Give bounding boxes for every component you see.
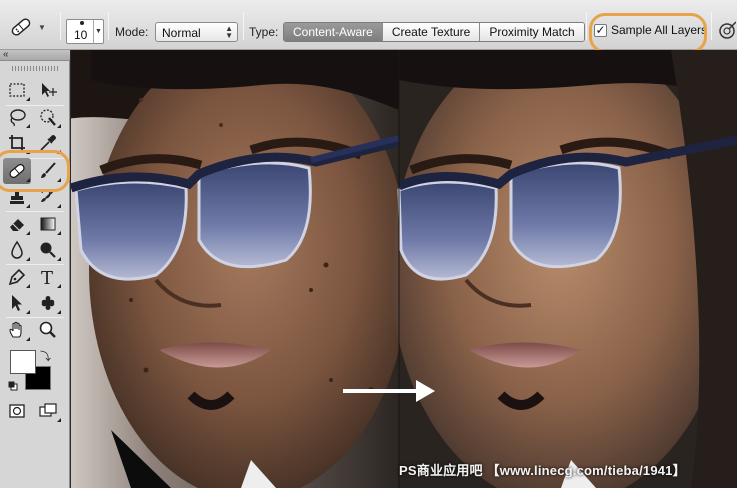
mode-value: Normal: [162, 26, 201, 40]
pen-tool[interactable]: [3, 264, 31, 290]
gradient-tool[interactable]: [34, 211, 62, 237]
clone-stamp-tool[interactable]: [3, 184, 31, 210]
options-bar: ▼ 10 ▼ Mode: Normal ▲ ▼ Type: Content-Awa…: [0, 0, 737, 50]
eraser-tool[interactable]: [3, 211, 31, 237]
tool-preset-picker[interactable]: ▼: [8, 14, 54, 40]
history-brush-icon: [41, 189, 55, 202]
mode-select[interactable]: Normal ▲ ▼: [155, 22, 238, 42]
divider: [586, 12, 587, 40]
screen-mode-button[interactable]: [34, 398, 62, 424]
watermark-text: PS商业应用吧 【www.linecg.com/tieba/1941】: [399, 463, 686, 478]
hand-tool[interactable]: [3, 317, 31, 343]
pen-icon: [8, 268, 26, 286]
spot-healing-brush-icon: [9, 164, 25, 178]
brush-icon: [41, 162, 56, 178]
lasso-icon: [10, 109, 26, 127]
divider: [108, 12, 109, 40]
blur-icon: [11, 240, 23, 259]
sample-all-layers-checkbox[interactable]: ✓: [594, 23, 607, 37]
type-segmented-control: Content-Aware Create Texture Proximity M…: [283, 22, 585, 42]
type-icon: T: [41, 268, 53, 287]
type-content-aware-button[interactable]: Content-Aware: [284, 23, 383, 41]
blur-tool[interactable]: [3, 237, 31, 263]
sample-all-layers-option[interactable]: ✓ Sample All Layers: [594, 23, 707, 37]
foreground-color-swatch[interactable]: [10, 350, 36, 374]
lasso-tool[interactable]: [3, 104, 31, 130]
color-swatches: ⤵: [8, 348, 58, 394]
divider: [60, 12, 61, 40]
custom-shape-tool[interactable]: [34, 290, 62, 316]
type-create-texture-button[interactable]: Create Texture: [382, 23, 481, 41]
default-colors-icon[interactable]: [8, 381, 18, 391]
crop-icon: [9, 135, 25, 151]
zoom-tool[interactable]: [34, 317, 62, 343]
tablet-pressure-icon[interactable]: [718, 20, 736, 42]
chevron-down-icon[interactable]: ▼: [93, 20, 103, 43]
move-tool[interactable]: [34, 77, 62, 103]
quick-selection-tool[interactable]: [34, 104, 62, 130]
rectangular-marquee-icon: [9, 83, 25, 97]
spot-healing-brush-tool[interactable]: [3, 158, 31, 184]
quick-selection-icon: [40, 109, 56, 126]
divider: [243, 12, 244, 40]
document-canvas[interactable]: PS商业应用吧 【www.linecg.com/tieba/1941】: [71, 50, 737, 488]
after-image: [391, 50, 737, 488]
move-icon: [42, 83, 57, 97]
stepper-arrows-icon: ▲ ▼: [225, 24, 233, 40]
mode-label: Mode:: [115, 25, 149, 39]
crop-tool[interactable]: [3, 130, 31, 156]
brush-tool[interactable]: [34, 158, 62, 184]
zoom-icon: [39, 321, 56, 338]
history-brush-tool[interactable]: [34, 184, 62, 210]
eyedropper-tool[interactable]: [34, 130, 62, 156]
brush-size-value: 10: [74, 28, 88, 42]
path-selection-tool[interactable]: [3, 290, 31, 316]
panel-grip[interactable]: [12, 66, 58, 71]
type-label: Type:: [249, 25, 279, 39]
swap-colors-icon[interactable]: ⤵: [40, 348, 51, 364]
brush-size-picker[interactable]: 10 ▼: [66, 19, 104, 44]
gradient-icon: [40, 217, 56, 231]
path-selection-icon: [12, 295, 22, 311]
tools-panel-header: «: [0, 49, 70, 61]
before-image: [71, 50, 409, 488]
dodge-icon: [40, 242, 56, 258]
custom-shape-icon: [41, 296, 55, 310]
eyedropper-icon: [40, 135, 56, 151]
quick-mask-icon: [9, 404, 25, 418]
dodge-tool[interactable]: [34, 237, 62, 263]
divider: [711, 12, 712, 40]
tools-panel: « T ⤵: [0, 49, 70, 488]
spot-healing-brush-icon: [11, 18, 31, 36]
photo-before-after: [71, 50, 737, 488]
type-proximity-match-button[interactable]: Proximity Match: [480, 23, 584, 41]
type-tool[interactable]: T: [34, 264, 62, 290]
chevron-down-icon: ▼: [38, 22, 46, 32]
quick-mask-button[interactable]: [3, 398, 31, 424]
hand-icon: [9, 321, 22, 338]
brush-tip-icon: [80, 21, 84, 25]
sample-all-layers-label: Sample All Layers: [611, 23, 708, 37]
eraser-icon: [10, 219, 24, 231]
svg-text:T: T: [41, 268, 53, 287]
clone-stamp-icon: [10, 190, 24, 204]
screen-mode-icon: [39, 403, 57, 417]
rectangular-marquee-tool[interactable]: [3, 77, 31, 103]
collapse-panel-icon[interactable]: «: [3, 49, 9, 60]
